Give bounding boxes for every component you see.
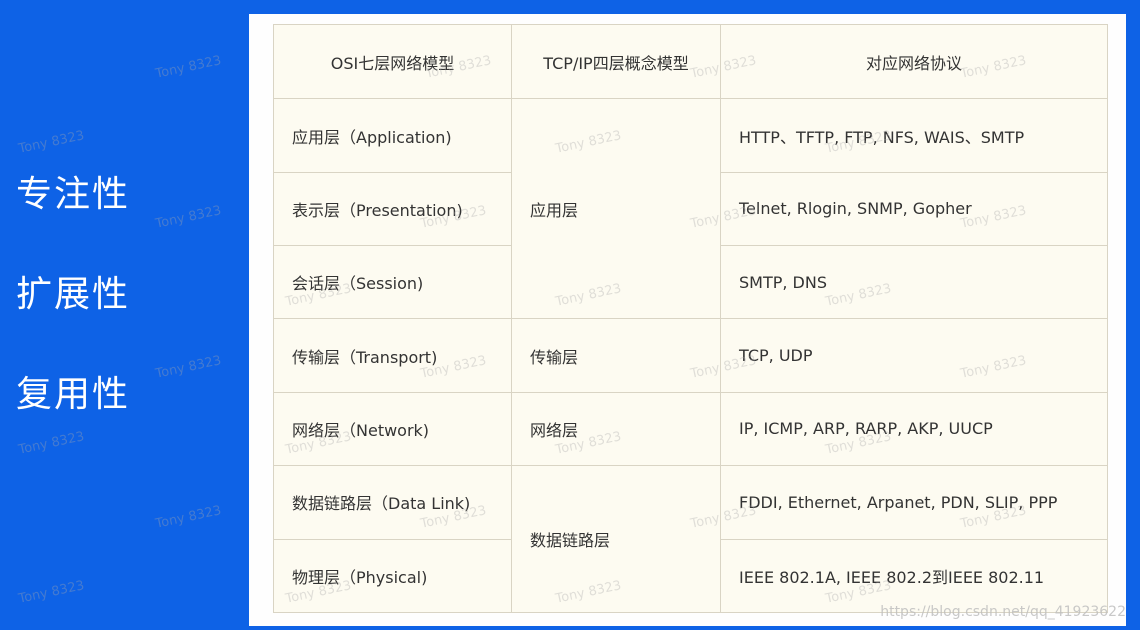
content-panel: OSI七层网络模型 TCP/IP四层概念模型 对应网络协议 应用层（Applic…: [249, 14, 1126, 626]
header-protocols: 对应网络协议: [720, 23, 1108, 100]
sidebar-item-reusability: 复用性: [16, 374, 131, 415]
network-model-table: OSI七层网络模型 TCP/IP四层概念模型 对应网络协议 应用层（Applic…: [273, 23, 1108, 614]
tcpip-layer-cell: 网络层: [511, 391, 721, 467]
tcpip-layer-cell: 传输层: [511, 318, 721, 393]
protocol-cell: SMTP, DNS: [720, 245, 1108, 320]
table-row: 数据链路层（Data Link) 数据链路层 FDDI, Ethernet, A…: [273, 465, 1108, 613]
osi-layer-cell: 数据链路层（Data Link): [273, 465, 512, 540]
osi-layer-cell: 表示层（Presentation): [273, 171, 512, 247]
osi-layer-cell: 应用层（Application): [273, 98, 512, 173]
osi-layer-cell: 会话层（Session): [273, 245, 512, 320]
tcpip-layer-cell: 应用层: [511, 98, 721, 320]
table-row: 网络层（Network) 网络层 IP, ICMP, ARP, RARP, AK…: [273, 391, 1108, 467]
protocol-cell: TCP, UDP: [720, 318, 1108, 393]
table-row: 应用层（Application) 应用层 HTTP、TFTP, FTP, NFS…: [273, 98, 1108, 320]
protocol-cell: Telnet, Rlogin, SNMP, Gopher: [720, 171, 1108, 247]
protocol-cell: FDDI, Ethernet, Arpanet, PDN, SLIP, PPP: [720, 465, 1108, 540]
header-tcpip-model: TCP/IP四层概念模型: [511, 23, 721, 100]
left-panel: 专注性 扩展性 复用性: [0, 0, 248, 630]
table-header-row: OSI七层网络模型 TCP/IP四层概念模型 对应网络协议: [273, 23, 1108, 100]
protocol-cell: IP, ICMP, ARP, RARP, AKP, UUCP: [720, 391, 1108, 467]
tcpip-layer-cell: 数据链路层: [511, 465, 721, 613]
protocol-cell: HTTP、TFTP, FTP, NFS, WAIS、SMTP: [720, 98, 1108, 173]
sidebar-item-extensibility: 扩展性: [16, 274, 131, 315]
header-osi-model: OSI七层网络模型: [273, 23, 512, 100]
osi-layer-cell: 网络层（Network): [273, 391, 512, 467]
protocol-table-container: OSI七层网络模型 TCP/IP四层概念模型 对应网络协议 应用层（Applic…: [273, 23, 1108, 614]
protocol-cell: IEEE 802.1A, IEEE 802.2到IEEE 802.11: [720, 538, 1108, 614]
sidebar-item-focus: 专注性: [16, 174, 131, 215]
osi-layer-cell: 物理层（Physical): [273, 538, 512, 614]
osi-layer-cell: 传输层（Transport): [273, 318, 512, 393]
table-row: 传输层（Transport) 传输层 TCP, UDP: [273, 318, 1108, 393]
source-url-watermark: https://blog.csdn.net/qq_41923622: [880, 604, 1126, 620]
